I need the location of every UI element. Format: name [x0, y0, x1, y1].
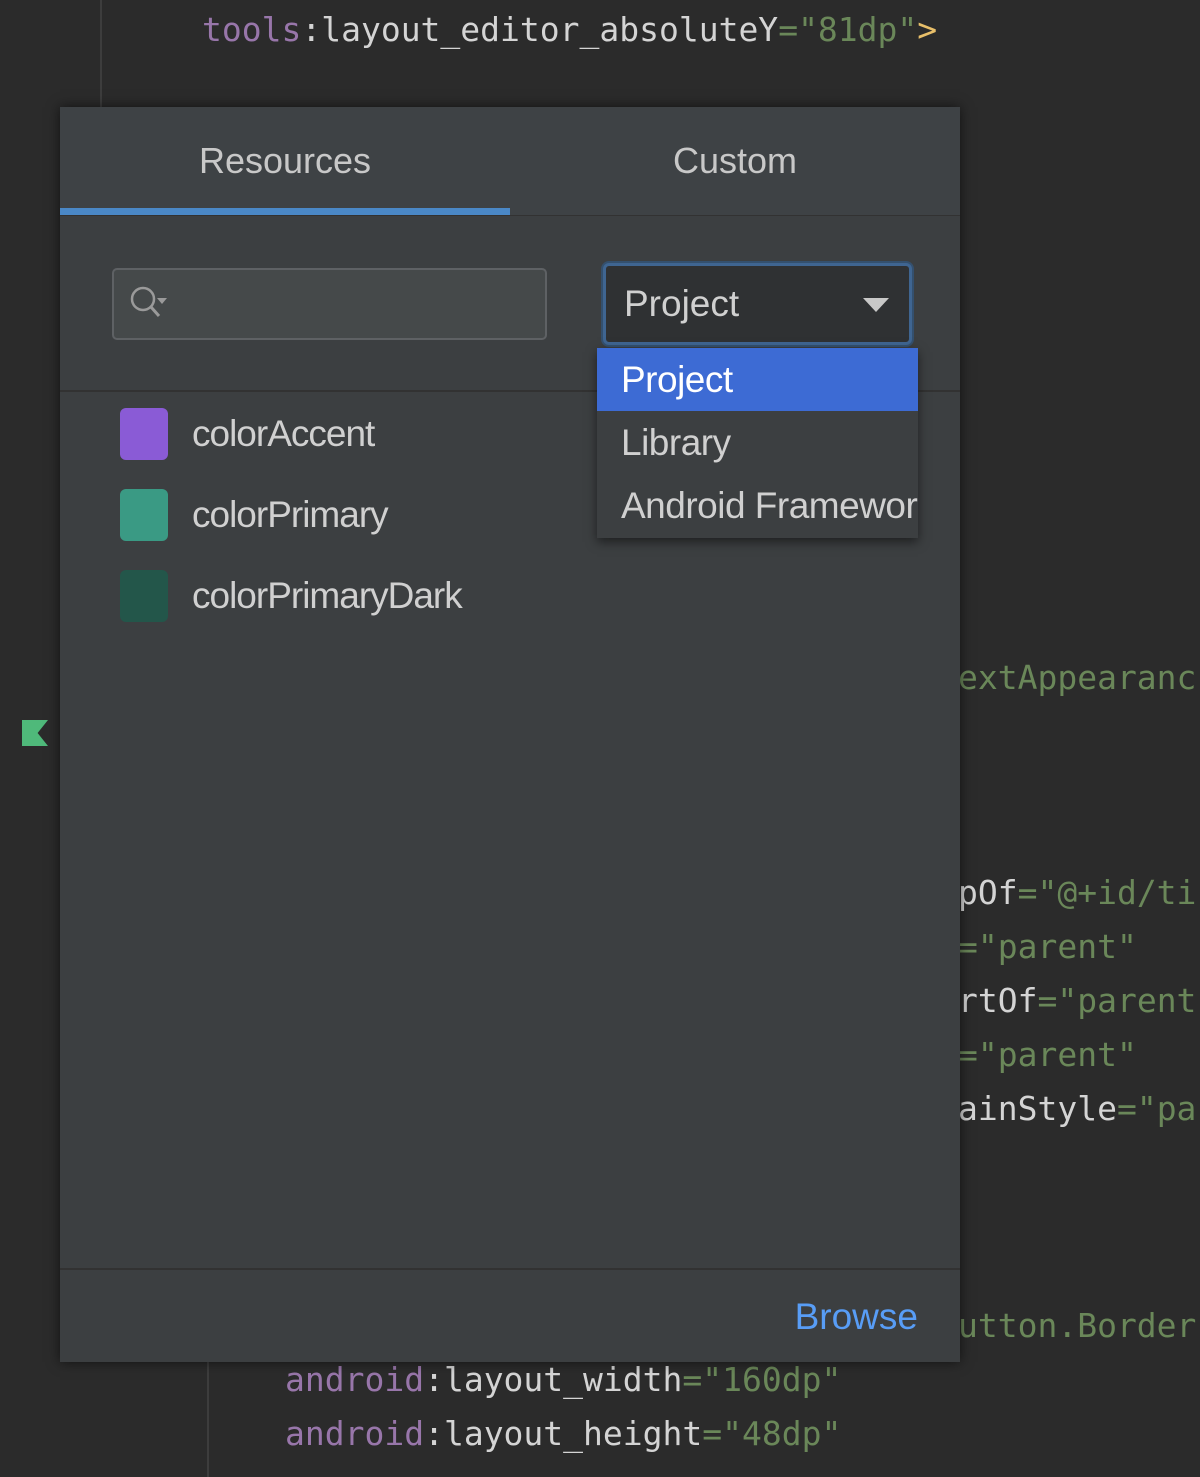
code-fragment: utton.Border	[958, 1306, 1196, 1346]
code-tag-close: >	[917, 10, 937, 49]
code-line[interactable]: android:layout_width="160dp"	[285, 1360, 841, 1400]
code-line[interactable]: android:layout_height="48dp"	[285, 1414, 841, 1454]
active-tab-indicator	[60, 208, 510, 215]
tab-bar: Resources Custom	[60, 107, 960, 216]
resource-picker-popup: Resources Custom Project colorAccent col…	[60, 107, 960, 1362]
color-swatch	[120, 570, 168, 622]
code-fragment: ="parent"	[958, 927, 1137, 967]
resource-item-color-primary-dark[interactable]: colorPrimaryDark	[120, 570, 462, 622]
menu-item-android-framework[interactable]: Android Framework	[597, 474, 918, 537]
browse-link[interactable]: Browse	[795, 1296, 918, 1338]
menu-item-library[interactable]: Library	[597, 411, 918, 474]
source-select[interactable]: Project	[603, 263, 912, 345]
code-value: "81dp"	[798, 10, 917, 49]
search-icon	[128, 284, 168, 324]
code-attr: layout_editor_absoluteY	[321, 10, 778, 49]
tab-resources[interactable]: Resources	[60, 107, 510, 215]
color-swatch	[120, 489, 168, 541]
resource-item-color-primary[interactable]: colorPrimary	[120, 489, 388, 541]
indent-guide	[207, 1362, 209, 1477]
resource-name: colorPrimaryDark	[192, 575, 462, 617]
code-fragment: ainStyle="pa	[958, 1089, 1196, 1129]
source-dropdown-menu: Project Library Android Framework	[597, 348, 918, 538]
code-fragment: ="parent"	[958, 1035, 1137, 1075]
source-select-value: Project	[624, 266, 739, 342]
menu-item-project[interactable]: Project	[597, 348, 918, 411]
tab-custom[interactable]: Custom	[510, 107, 960, 215]
resource-name: colorPrimary	[192, 494, 388, 536]
popup-footer: Browse	[60, 1268, 960, 1362]
code-namespace: tools	[202, 10, 301, 49]
code-fragment: extAppearanc	[958, 658, 1196, 698]
code-fragment: pOf="@+id/ti	[958, 873, 1196, 913]
chevron-down-icon	[863, 298, 889, 312]
code-fragment: rtOf="parent	[958, 981, 1196, 1021]
code-sep: :	[301, 10, 321, 49]
gutter-divider	[100, 0, 102, 110]
resource-item-color-accent[interactable]: colorAccent	[120, 408, 374, 460]
code-line[interactable]: tools:layout_editor_absoluteY="81dp">	[202, 10, 937, 50]
color-swatch	[120, 408, 168, 460]
gutter-color-marker-icon[interactable]	[22, 720, 48, 746]
code-eq: =	[778, 10, 798, 49]
resource-name: colorAccent	[192, 413, 374, 455]
search-input[interactable]	[112, 268, 547, 340]
